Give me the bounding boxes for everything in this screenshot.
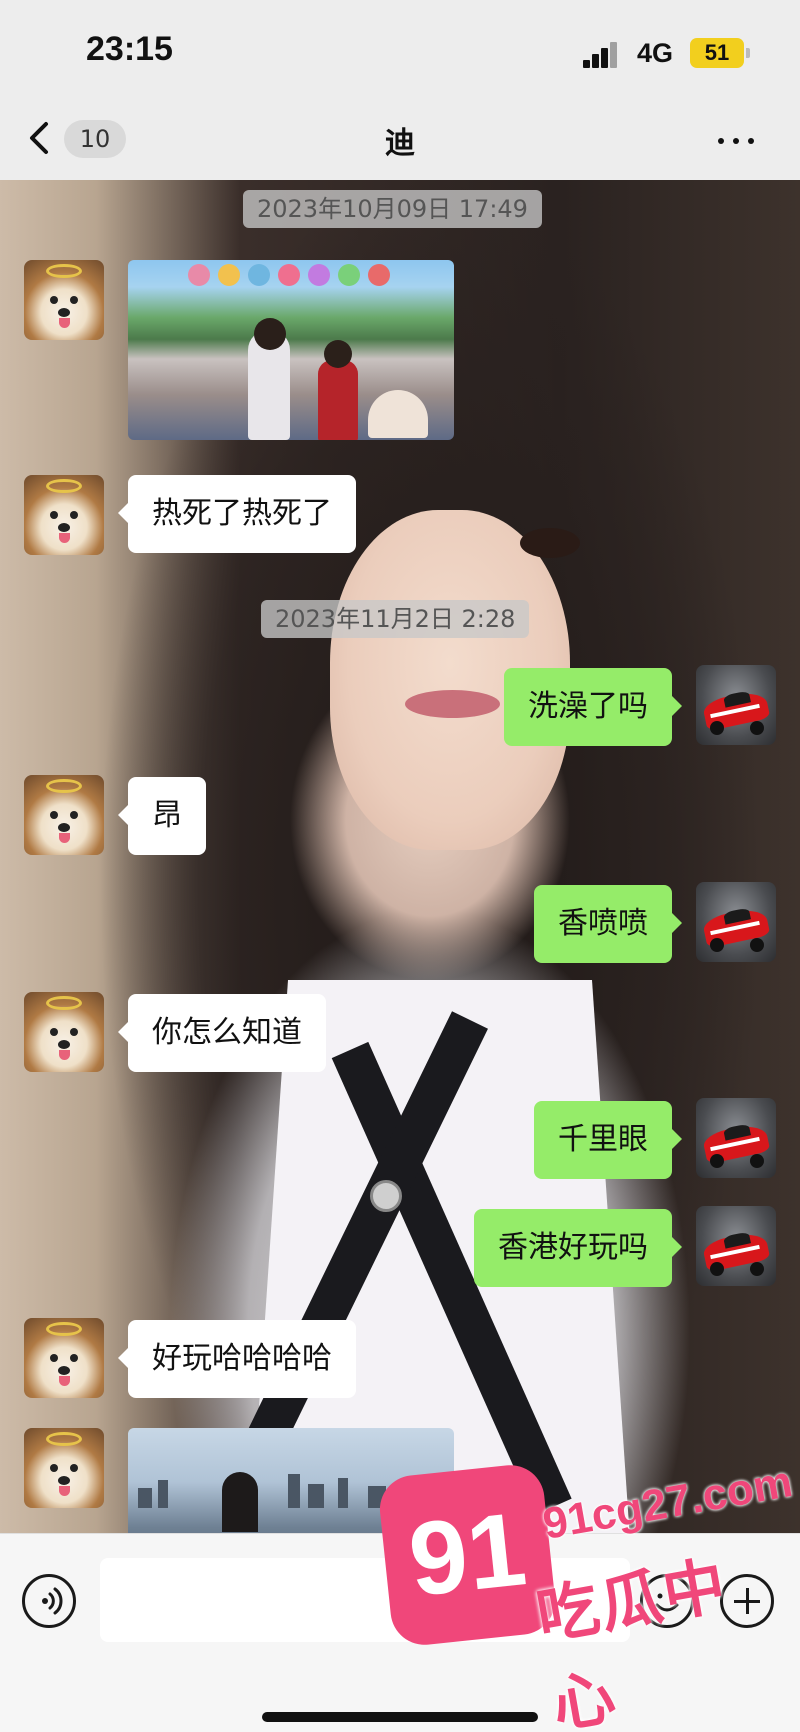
voice-icon: [42, 1587, 63, 1615]
outgoing-message[interactable]: 香港好玩吗: [474, 1209, 682, 1287]
outgoing-message[interactable]: 香喷喷: [534, 885, 682, 963]
incoming-message[interactable]: 热死了热死了: [118, 475, 356, 553]
watermark-logo: 91: [376, 1461, 559, 1649]
signal-icon: [583, 40, 625, 68]
more-horizontal-icon: [718, 138, 724, 144]
back-button[interactable]: [26, 118, 54, 158]
outgoing-message[interactable]: 洗澡了吗: [504, 668, 682, 746]
chat-title: 迪: [385, 126, 415, 161]
contact-avatar[interactable]: [24, 1428, 104, 1508]
battery-level: 51: [704, 40, 730, 65]
message-timestamp: 2023年11月2日 2:28: [261, 600, 530, 638]
chevron-left-icon: [30, 122, 48, 154]
contact-avatar[interactable]: [24, 992, 104, 1072]
contact-avatar[interactable]: [24, 475, 104, 555]
home-indicator: [262, 1712, 538, 1722]
message-timestamp: 2023年10月09日 17:49: [243, 190, 542, 228]
incoming-message[interactable]: 好玩哈哈哈哈: [118, 1320, 356, 1398]
chat-header: 10 迪: [0, 100, 800, 180]
contact-avatar[interactable]: [24, 260, 104, 340]
incoming-message[interactable]: 昂: [118, 777, 206, 855]
my-avatar[interactable]: [696, 882, 776, 962]
wallpaper-lips: [405, 690, 500, 718]
outgoing-message[interactable]: 千里眼: [534, 1101, 682, 1179]
voice-button[interactable]: [22, 1574, 76, 1628]
my-avatar[interactable]: [696, 665, 776, 745]
contact-avatar[interactable]: [24, 1318, 104, 1398]
more-button[interactable]: [716, 130, 756, 150]
chat-messages[interactable]: 2023年10月09日 17:49 热死了热死了 2023年11月2日 2:28…: [0, 180, 800, 1533]
my-avatar[interactable]: [696, 1206, 776, 1286]
unread-count-badge[interactable]: 10: [64, 120, 126, 158]
status-time: 23:15: [86, 30, 173, 68]
battery-icon: 51: [690, 38, 750, 68]
image-message[interactable]: [128, 260, 454, 440]
network-type: 4G: [637, 38, 674, 68]
my-avatar[interactable]: [696, 1098, 776, 1178]
wallpaper-button: [370, 1180, 402, 1212]
contact-avatar[interactable]: [24, 775, 104, 855]
wallpaper-eye: [520, 528, 580, 558]
incoming-message[interactable]: 你怎么知道: [118, 994, 326, 1072]
status-bar: 23:15 4G 51: [0, 0, 800, 100]
